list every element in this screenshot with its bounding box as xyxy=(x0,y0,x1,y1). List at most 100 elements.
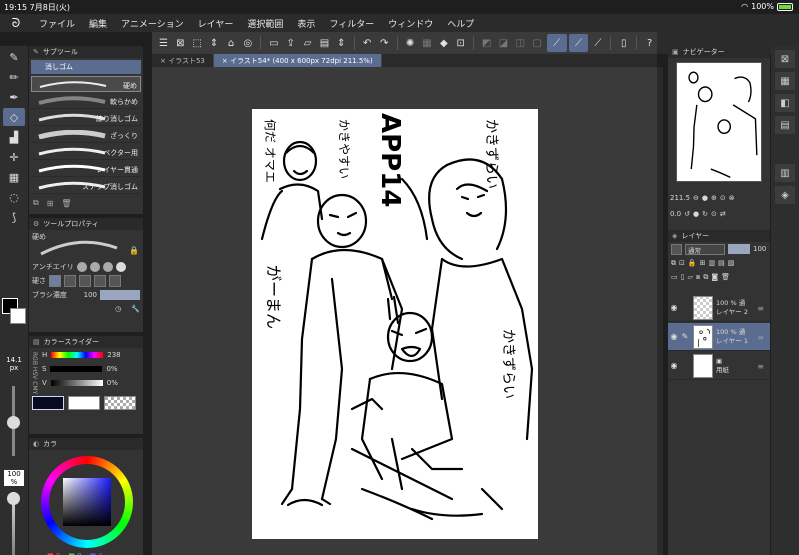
saturation-slider[interactable] xyxy=(50,366,103,372)
sub-color-swatch[interactable] xyxy=(10,308,26,324)
density-slider[interactable] xyxy=(100,290,140,300)
hardness-1[interactable] xyxy=(49,275,61,287)
layer-color-button[interactable] xyxy=(671,243,682,255)
layer-color-icon[interactable]: ▧ xyxy=(728,259,735,267)
stabilizer-icon[interactable]: ⟋ xyxy=(546,34,567,52)
eraser-tool-icon[interactable]: ◇ xyxy=(3,108,25,126)
close-panel-icon[interactable]: ⊠ xyxy=(775,50,795,68)
delete-layer-icon[interactable]: 🗑 xyxy=(721,273,730,281)
palette-layer-icon[interactable]: ▤ xyxy=(718,259,725,267)
eyedropper-tool-icon[interactable]: ⟆ xyxy=(3,208,25,226)
brush-tool-icon[interactable]: ✒ xyxy=(3,88,25,106)
info-panel-icon[interactable]: ▤ xyxy=(775,116,795,134)
hardness-2[interactable] xyxy=(64,275,76,287)
fill-tool-icon[interactable]: ▟ xyxy=(3,128,25,146)
delete-icon[interactable]: 🗑 xyxy=(61,199,71,208)
drag-handle-icon[interactable]: ≡ xyxy=(757,362,764,371)
subtool-category[interactable]: 消しゴム xyxy=(31,60,141,74)
eye-icon[interactable]: ◉ xyxy=(668,361,680,370)
ruler3-icon[interactable]: ◫ xyxy=(513,36,528,51)
lock-icon[interactable]: 🔒 xyxy=(129,246,139,255)
transform-icon[interactable]: ⬚ xyxy=(190,36,205,51)
value-slider[interactable] xyxy=(50,380,103,386)
blend-mode-select[interactable]: 通常 xyxy=(685,243,725,255)
zoom-slider-icon[interactable]: ● xyxy=(702,194,708,202)
undo-icon[interactable]: ↶ xyxy=(360,36,375,51)
canvas-workarea[interactable]: APP14 かきずらい 何だ オマエ かきやすい がーまん かきずらい xyxy=(152,67,657,555)
new-raster-icon[interactable]: ▭ xyxy=(671,273,678,281)
navigator-thumbnail[interactable] xyxy=(676,62,762,182)
new-canvas-icon[interactable]: ⊠ xyxy=(173,36,188,51)
flip-icon[interactable]: ⇕ xyxy=(207,36,222,51)
zoom-out-icon[interactable]: ⊖ xyxy=(693,194,699,202)
lock-layer-icon[interactable]: 🔒 xyxy=(688,259,697,267)
move-tool-icon[interactable]: ✛ xyxy=(3,148,25,166)
menu-help[interactable]: ヘルプ xyxy=(440,17,481,30)
lock-alpha-icon[interactable]: ⊞ xyxy=(700,259,706,267)
ruler4-icon[interactable]: ▢ xyxy=(530,36,545,51)
eye-icon[interactable]: ◉ xyxy=(668,332,680,341)
antialias-strong[interactable] xyxy=(115,262,126,272)
menu-window[interactable]: ウィンドウ xyxy=(381,17,440,30)
mask-icon[interactable]: ▥ xyxy=(708,259,715,267)
hardness-5[interactable] xyxy=(109,275,121,287)
rotate-left-icon[interactable]: ↺ xyxy=(684,210,690,218)
app-logo-icon[interactable]: ᘐ xyxy=(0,16,32,31)
subtool-item[interactable]: 軟らかめ xyxy=(31,93,141,109)
help-icon[interactable]: ? xyxy=(642,36,657,51)
stamp-icon[interactable]: ⌂ xyxy=(224,36,239,51)
layer-opacity-slider[interactable] xyxy=(728,244,750,254)
rotate-slider-icon[interactable]: ● xyxy=(693,210,699,218)
opacity-slider[interactable] xyxy=(7,492,20,555)
ref-layer-icon[interactable]: ⊡ xyxy=(679,259,685,267)
subtool-item[interactable]: レイヤー貫通 xyxy=(31,161,141,177)
tab-illust53[interactable]: × イラスト53 xyxy=(152,54,214,67)
palette-panel-icon[interactable]: ▦ xyxy=(775,72,795,90)
ruler-icon[interactable]: ◩ xyxy=(479,36,494,51)
layer-item-paper[interactable]: ◉ ▣ 用紙 ≡ xyxy=(668,352,770,380)
frame-tool-icon[interactable]: ▦ xyxy=(3,168,25,186)
export-icon[interactable]: ⇪ xyxy=(283,36,298,51)
hue-slider[interactable] xyxy=(51,352,104,358)
subtool-item[interactable]: 硬め xyxy=(31,76,141,92)
arrows-icon[interactable]: ⇕ xyxy=(334,36,349,51)
folder-icon[interactable]: ▱ xyxy=(300,36,315,51)
print-icon[interactable]: ▤ xyxy=(317,36,332,51)
lasso-tool-icon[interactable]: ◌ xyxy=(3,188,25,206)
hamburger-icon[interactable]: ☰ xyxy=(156,36,171,51)
copy-icon[interactable]: ⧉ xyxy=(33,198,39,208)
zoom-fit-icon[interactable]: ⊙ xyxy=(720,194,726,202)
device-icon[interactable]: ▯ xyxy=(616,36,631,51)
menu-selection[interactable]: 選択範囲 xyxy=(240,17,290,30)
material-panel-icon[interactable]: ◧ xyxy=(775,94,795,112)
canvas-paper[interactable]: APP14 かきずらい 何だ オマエ かきやすい がーまん かきずらい xyxy=(252,109,538,539)
main-color-chip[interactable] xyxy=(32,396,64,410)
layer-item-selected[interactable]: ◉ ✎ 100 % 通レイヤー 1 ≡ xyxy=(668,323,770,351)
brush-size-slider[interactable] xyxy=(7,386,20,456)
grid-icon[interactable]: ▦ xyxy=(419,36,434,51)
menu-edit[interactable]: 編集 xyxy=(82,17,114,30)
redo-icon[interactable]: ↷ xyxy=(377,36,392,51)
color-square[interactable] xyxy=(63,478,111,526)
settings-icon[interactable]: ◎ xyxy=(240,36,255,51)
drag-handle-icon[interactable]: ≡ xyxy=(757,333,764,342)
menu-filter[interactable]: フィルター xyxy=(322,17,381,30)
antialias-none[interactable] xyxy=(76,262,87,272)
color-mode-tabs[interactable]: RGB HSV CMY xyxy=(31,352,38,394)
zoom-in-icon[interactable]: ⊕ xyxy=(711,194,717,202)
copy-layer-icon[interactable]: ⧉ xyxy=(703,273,708,282)
clock-icon[interactable]: ◷ xyxy=(115,305,121,313)
new-vector-icon[interactable]: ▯ xyxy=(681,273,685,281)
clip-icon[interactable]: ⧉ xyxy=(671,259,676,268)
fill-icon[interactable]: ◆ xyxy=(436,36,451,51)
loading-icon[interactable]: ✺ xyxy=(403,36,418,51)
crop-icon[interactable]: ⊡ xyxy=(453,36,468,51)
transparent-chip[interactable] xyxy=(104,396,136,410)
hardness-3[interactable] xyxy=(79,275,91,287)
flip-h-icon[interactable]: ⇄ xyxy=(720,210,726,218)
subtool-item[interactable]: スナップ消しゴム xyxy=(31,178,141,194)
menu-layer[interactable]: レイヤー xyxy=(191,17,241,30)
subtool-item[interactable]: ざっくり xyxy=(31,127,141,143)
zoom-actual-icon[interactable]: ⊗ xyxy=(729,194,735,202)
menu-view[interactable]: 表示 xyxy=(290,17,322,30)
